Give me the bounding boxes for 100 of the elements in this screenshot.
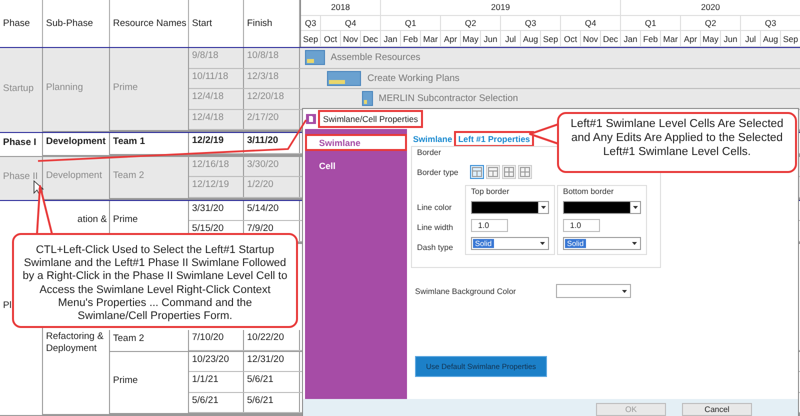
finish-date: 3/11/20	[247, 135, 278, 148]
month-label: Apr	[684, 34, 698, 44]
task-label: MERLIN Subcontractor Selection	[378, 93, 518, 104]
month-label: May	[462, 34, 479, 44]
year-label: 2019	[491, 2, 510, 12]
field-label: Line width	[417, 223, 454, 232]
finish-date: 12/3/18	[247, 70, 279, 83]
finish-date: 7/9/20	[247, 223, 274, 236]
quarter-label: Q4	[584, 18, 596, 28]
column-header: Phase	[3, 18, 30, 29]
quarter-label: Q1	[644, 18, 656, 28]
month-label: Apr	[444, 34, 458, 44]
dialog-button[interactable]: Cancel	[682, 403, 752, 416]
finish-date: 1/2/20	[247, 179, 274, 192]
phase-name: Phase II	[3, 170, 38, 182]
caret-icon	[541, 206, 546, 209]
group-title: Top border	[471, 187, 510, 196]
quarter-label: Q4	[344, 18, 356, 28]
breadcrumb-section: Swimlane	[411, 133, 454, 145]
resource-name: Prime	[113, 214, 138, 226]
color-dropdown[interactable]	[471, 201, 549, 214]
month-label: Sep	[782, 34, 798, 44]
month-label: Dec	[362, 34, 378, 44]
start-date: 1/1/21	[192, 374, 218, 386]
background-color-dropdown[interactable]	[556, 284, 631, 298]
year-label: 2020	[701, 2, 720, 12]
finish-date: 2/17/20	[247, 112, 279, 124]
month-label: Mar	[423, 34, 438, 44]
breadcrumb-page: Left #1 Properties	[456, 133, 532, 145]
start-date: 10/11/18	[192, 70, 228, 83]
month-label: Feb	[643, 34, 658, 44]
callout-text: Left#1 Swimlane Level Cells Are Selected and Any Edits Are Applied to the Selected Left#1 Swimlane Level Cells.	[570, 118, 784, 158]
border-type-option[interactable]	[502, 165, 516, 179]
resource-name: Team 2	[113, 170, 144, 182]
month-label: Aug	[762, 34, 778, 44]
month-label: Nov	[582, 34, 598, 44]
month-label: Jul	[745, 34, 756, 44]
caret-icon	[632, 242, 637, 245]
column-header: Resource Names	[113, 18, 186, 29]
start-date: 12/12/19	[192, 179, 229, 192]
sub-phase-name: ation &	[77, 214, 107, 226]
column-header: Start	[192, 18, 212, 29]
nav-item[interactable]: Cell	[305, 157, 407, 174]
caret-icon	[633, 206, 638, 209]
start-date: 3/31/20	[192, 202, 224, 215]
month-label: Jan	[624, 34, 638, 44]
sub-phase-name: Development	[46, 170, 102, 182]
color-dropdown[interactable]	[563, 201, 641, 214]
field-label: Line color	[417, 203, 453, 212]
month-label: Oct	[324, 34, 338, 44]
phase-name: Pl	[3, 300, 12, 312]
month-label: May	[702, 34, 719, 44]
finish-date: 5/14/20	[247, 202, 279, 215]
line-width-spinner[interactable]: 1.0	[471, 219, 508, 232]
task-label: Create Working Plans	[367, 72, 460, 84]
nav-item[interactable]: Swimlane	[305, 134, 407, 151]
caret-icon	[540, 242, 545, 245]
resource-name: Prime	[113, 374, 138, 387]
month-label: Sep	[302, 34, 318, 44]
sub-phase-name: Development	[46, 136, 106, 148]
field-label: Border type	[417, 168, 458, 176]
column-header: Finish	[247, 18, 272, 29]
group-title: Border	[417, 148, 442, 157]
field-label: Swimlane Background Color	[415, 286, 516, 296]
quarter-label: Q3	[304, 18, 316, 28]
month-label: Feb	[403, 34, 418, 44]
field-label: Dash type	[417, 243, 454, 252]
month-label: Aug	[522, 34, 538, 44]
month-label: Jul	[505, 34, 516, 44]
finish-date: 10/22/20	[247, 332, 284, 344]
sub-phase-name: Refactoring & Deployment	[46, 331, 105, 355]
border-type-option[interactable]	[486, 165, 500, 179]
resource-name: Team 2	[113, 332, 144, 345]
month-label: Jan	[384, 34, 398, 44]
year-label: 2018	[331, 2, 350, 12]
resource-name: Prime	[113, 82, 138, 94]
month-label: Mar	[663, 34, 678, 44]
start-date: 12/4/18	[192, 112, 224, 124]
start-date: 12/16/18	[192, 158, 229, 171]
start-date: 5/15/20	[192, 223, 224, 236]
month-label: Jun	[724, 34, 738, 44]
quarter-label: Q3	[524, 18, 536, 28]
border-type-option[interactable]	[470, 165, 484, 179]
task-label: Assemble Resources	[330, 52, 420, 63]
quarter-label: Q2	[464, 18, 476, 28]
quarter-label: Q1	[404, 18, 416, 28]
month-label: Dec	[602, 34, 618, 44]
border-type-option[interactable]	[518, 165, 532, 179]
phase-name: Phase I	[3, 136, 36, 149]
finish-date: 12/31/20	[247, 354, 284, 366]
month-label: Nov	[342, 34, 358, 44]
sub-phase-name: Planning	[46, 82, 83, 94]
app-icon	[306, 114, 316, 124]
phase-name: Startup	[3, 82, 34, 94]
line-width-spinner[interactable]: 1.0	[563, 219, 600, 232]
resource-name: Team 1	[113, 136, 146, 148]
start-date: 7/10/20	[192, 332, 224, 344]
finish-date: 10/8/18	[247, 50, 279, 62]
month-label: Oct	[564, 34, 578, 44]
quarter-label: Q2	[704, 18, 716, 28]
